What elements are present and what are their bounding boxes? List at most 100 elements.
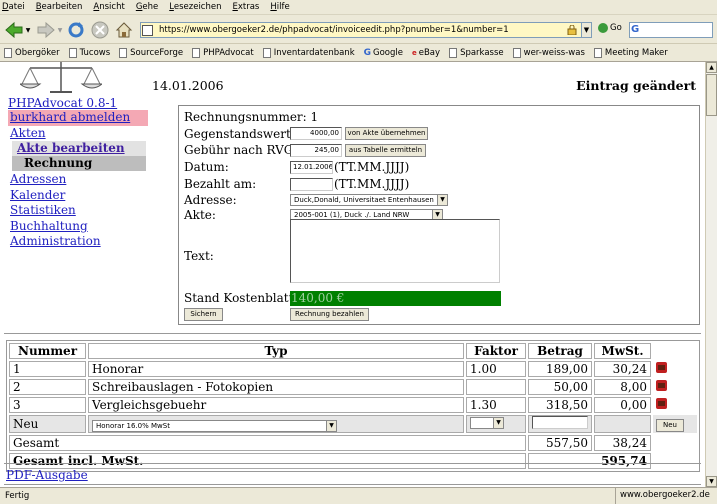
col-betrag: Betrag: [528, 343, 592, 359]
bookmark-ebay[interactable]: e eBay: [412, 48, 440, 58]
cell-mwst: 30,24: [594, 361, 651, 377]
new-typ-select-value: Honorar 16.0% MwSt: [96, 421, 170, 430]
delete-icon[interactable]: [656, 398, 667, 409]
text-label: Text:: [184, 249, 214, 263]
bookmark-obergoeker[interactable]: Obergöker: [4, 47, 60, 58]
scales-of-justice-logo: [20, 62, 102, 93]
scrollbar-thumb[interactable]: [706, 74, 717, 116]
gebuehr-input[interactable]: 245,00: [290, 144, 342, 157]
invoice-number: Rechnungsnummer: 1: [184, 110, 319, 124]
bookmarks-toolbar: Obergöker Tucows SourceForge PHPAdvocat …: [0, 44, 717, 62]
bezahlt-label: Bezahlt am:: [184, 177, 257, 191]
lock-icon[interactable]: [567, 25, 577, 35]
menu-bearbeiten[interactable]: Bearbeiten: [36, 2, 83, 12]
stop-button[interactable]: [90, 20, 110, 40]
menu-datei[interactable]: Datei: [2, 2, 25, 12]
current-date: 14.01.2006: [152, 78, 224, 93]
menu-gehe[interactable]: Gehe: [136, 2, 158, 12]
app-title-link[interactable]: PHPAdvocat 0.8-1: [8, 96, 117, 110]
empty-cell: [653, 435, 697, 451]
forward-button[interactable]: [36, 20, 56, 40]
bezahlt-input[interactable]: [290, 178, 333, 191]
akte-select-value: 2005-001 (1), Duck ./. Land NRW: [294, 211, 410, 219]
nav-rechnung-active: Rechnung: [12, 156, 146, 171]
address-bar[interactable]: https://www.obergoeker2.de/phpadvocat/in…: [140, 22, 582, 38]
col-actions: [653, 343, 697, 359]
scroll-up-arrow-icon[interactable]: ▲: [706, 62, 717, 73]
nav-buchhaltung[interactable]: Buchhaltung: [10, 219, 88, 233]
nav-akten[interactable]: Akten: [10, 126, 46, 140]
neu-button[interactable]: Neu: [656, 419, 684, 432]
cell-nummer: 2: [9, 379, 86, 395]
cell-mwst: 8,00: [594, 379, 651, 395]
delete-cell: [653, 379, 697, 395]
page-content: PHPAdvocat 0.8-1 burkhard abmelden Akten…: [0, 62, 705, 487]
forward-arrow-icon: [37, 22, 55, 38]
chevron-down-icon: ▼: [57, 26, 63, 34]
sichern-button[interactable]: Sichern: [184, 308, 223, 321]
reload-button[interactable]: [66, 20, 86, 40]
scroll-down-arrow-icon[interactable]: ▼: [706, 476, 717, 487]
new-item-row: Neu Honorar 16.0% MwSt ▼ ▼ Neu: [9, 415, 697, 433]
bezahlt-format-hint: (TT.MM.JJJJ): [334, 177, 410, 191]
nav-kalender[interactable]: Kalender: [10, 188, 65, 202]
datum-input[interactable]: 12.01.2006: [290, 161, 333, 174]
datum-label: Datum:: [184, 160, 229, 174]
bookmark-sparkasse[interactable]: Sparkasse: [449, 47, 504, 58]
col-nummer: Nummer: [9, 343, 86, 359]
gegenstandswert-input[interactable]: 4000,00: [290, 127, 342, 140]
page-icon: [4, 47, 12, 58]
back-dropdown[interactable]: ▼: [24, 20, 32, 40]
bookmark-meeting-maker[interactable]: Meeting Maker: [593, 47, 668, 58]
nav-statistiken[interactable]: Statistiken: [10, 203, 76, 217]
delete-icon[interactable]: [656, 362, 667, 373]
bookmark-phpadvocat[interactable]: PHPAdvocat: [192, 47, 254, 58]
new-mwst-cell: [594, 415, 651, 433]
cell-betrag: 50,00: [528, 379, 592, 395]
new-betrag-input[interactable]: [532, 416, 588, 429]
page-icon: [68, 47, 77, 58]
vertical-scrollbar[interactable]: ▲ ▼: [705, 62, 717, 487]
page-icon: [512, 47, 521, 58]
menu-ansicht[interactable]: Ansicht: [93, 2, 124, 12]
gesamt-row: Gesamt 557,50 38,24: [9, 435, 697, 451]
chevron-down-icon: ▼: [493, 417, 503, 428]
cell-mwst: 0,00: [594, 397, 651, 413]
logout-link[interactable]: burkhard abmelden: [8, 110, 148, 126]
pdf-export-link[interactable]: PDF-Ausgabe: [6, 468, 88, 482]
gesamt-incl-label: Gesamt incl. MwSt.: [9, 453, 526, 469]
forward-dropdown[interactable]: ▼: [56, 20, 64, 40]
divider: [4, 484, 701, 485]
bookmark-tucows[interactable]: Tucows: [68, 47, 110, 58]
text-textarea[interactable]: [290, 219, 500, 283]
gesamt-mwst: 38,24: [594, 435, 651, 451]
adresse-select[interactable]: Duck,Donald, Universitaet Entenhausen ▼: [290, 194, 448, 206]
navigation-toolbar: ▼ ▼ https://www.obergoeker2.de/phpadvoca…: [0, 15, 717, 44]
rechnung-bezahlen-button[interactable]: Rechnung bezahlen: [290, 308, 369, 321]
new-typ-select[interactable]: Honorar 16.0% MwSt ▼: [92, 419, 337, 432]
menu-extras[interactable]: Extras: [232, 2, 259, 12]
von-akte-uebernehmen-button[interactable]: von Akte übernehmen: [345, 127, 428, 140]
bookmark-wer-weiss-was[interactable]: wer-weiss-was: [512, 47, 585, 58]
empty-cell: [653, 453, 697, 469]
nav-akte-bearbeiten[interactable]: Akte bearbeiten: [12, 141, 146, 156]
page-icon: [119, 47, 128, 58]
cell-nummer: 3: [9, 397, 86, 413]
akte-label: Akte:: [184, 208, 216, 222]
new-faktor-select[interactable]: ▼: [470, 416, 504, 429]
home-button[interactable]: [114, 20, 134, 40]
bookmark-google[interactable]: G Google: [364, 48, 403, 58]
address-dropdown[interactable]: ▼: [581, 22, 592, 38]
nav-adressen[interactable]: Adressen: [10, 172, 66, 186]
nav-administration[interactable]: Administration: [10, 234, 101, 248]
search-input[interactable]: [629, 22, 713, 38]
back-button[interactable]: [4, 20, 24, 40]
table-row: 3 Vergleichsgebuehr 1.30 318,50 0,00: [9, 397, 697, 413]
menu-lesezeichen[interactable]: Lesezeichen: [169, 2, 221, 12]
delete-icon[interactable]: [656, 380, 667, 391]
bookmark-inventardatenbank[interactable]: Inventardatenbank: [262, 47, 355, 58]
menu-hilfe[interactable]: Hilfe: [270, 2, 289, 12]
aus-tabelle-ermitteln-button[interactable]: aus Tabelle ermitteln: [345, 144, 426, 157]
bookmark-sourceforge[interactable]: SourceForge: [119, 47, 183, 58]
go-button[interactable]: Go: [598, 23, 622, 33]
